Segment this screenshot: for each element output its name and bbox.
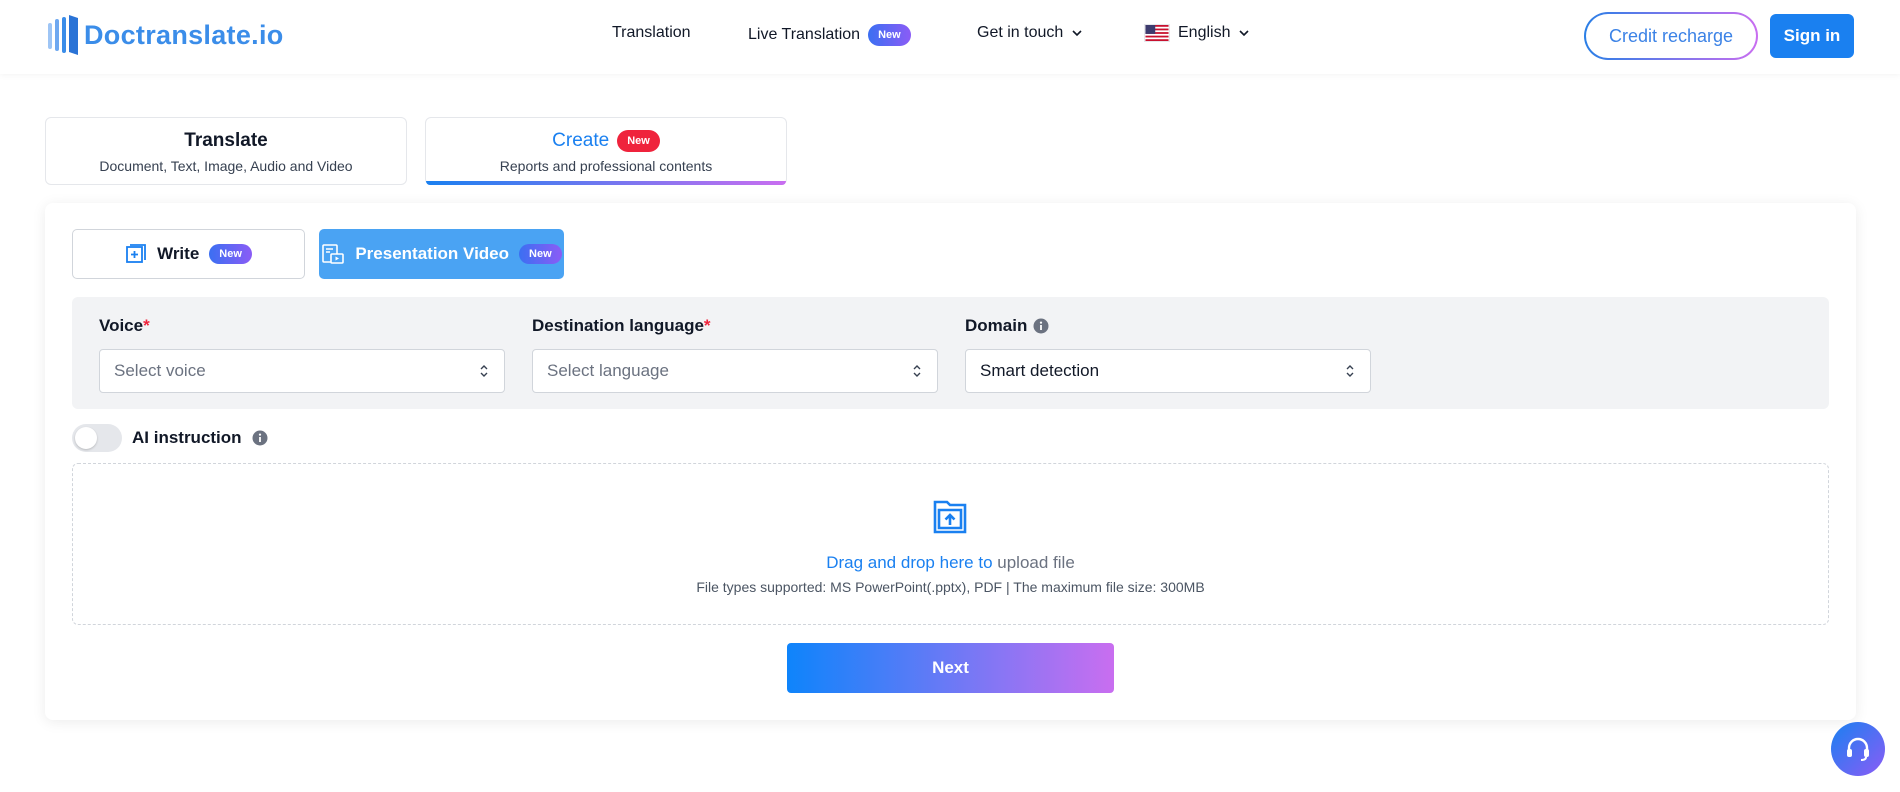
active-tab-indicator bbox=[426, 181, 786, 185]
domain-select[interactable]: Smart detection bbox=[965, 349, 1371, 393]
file-dropzone[interactable]: Drag and drop here to upload file File t… bbox=[72, 463, 1829, 625]
destination-placeholder: Select language bbox=[547, 361, 669, 380]
required-mark: * bbox=[143, 316, 150, 335]
next-button[interactable]: Next bbox=[787, 643, 1114, 693]
brand-name: Doctranslate.io bbox=[84, 19, 284, 50]
ai-instruction-row: AI instruction bbox=[72, 423, 268, 453]
tab-translate[interactable]: Translate Document, Text, Image, Audio a… bbox=[45, 117, 407, 185]
destination-language-select[interactable]: Select language bbox=[532, 349, 938, 393]
language-label: English bbox=[1178, 24, 1231, 41]
chevron-updown-icon bbox=[1346, 365, 1354, 377]
headset-icon bbox=[1847, 737, 1869, 761]
add-document-icon bbox=[126, 244, 146, 263]
brand-logo[interactable]: Doctranslate.io bbox=[48, 15, 284, 55]
new-badge: New bbox=[617, 130, 660, 152]
subtab-video-label: Presentation Video bbox=[355, 244, 510, 263]
top-header: Doctranslate.io Translation Live Transla… bbox=[0, 0, 1900, 74]
voice-label: Voice bbox=[99, 316, 144, 335]
subtab-write-label: Write bbox=[157, 244, 200, 263]
nav-get-in-touch-label: Get in touch bbox=[977, 24, 1064, 41]
voice-select[interactable]: Select voice bbox=[99, 349, 505, 393]
drop-rest: upload file bbox=[992, 553, 1075, 572]
sign-in-button[interactable]: Sign in bbox=[1770, 14, 1854, 58]
nav-translation[interactable]: Translation bbox=[612, 24, 691, 42]
domain-value: Smart detection bbox=[980, 361, 1100, 380]
nav-get-in-touch[interactable]: Get in touch bbox=[977, 24, 1083, 42]
nav-live-translation[interactable]: Live Translation New bbox=[748, 24, 911, 46]
ai-instruction-label: AI instruction bbox=[132, 428, 242, 447]
supported-file-types: File types supported: MS PowerPoint(.ppt… bbox=[696, 579, 1205, 595]
ai-instruction-toggle[interactable] bbox=[72, 424, 122, 452]
info-icon[interactable] bbox=[252, 430, 268, 446]
chevron-updown-icon bbox=[480, 365, 488, 377]
new-badge: New bbox=[868, 24, 911, 46]
create-panel: Write New Presentation Video New Voice * … bbox=[45, 203, 1856, 720]
credit-recharge-button[interactable]: Credit recharge bbox=[1584, 12, 1758, 60]
upload-folder-icon bbox=[933, 500, 966, 534]
destination-label: Destination language bbox=[532, 316, 704, 335]
tab-create-subtitle: Reports and professional contents bbox=[499, 158, 713, 174]
tab-create-title: Create bbox=[552, 130, 610, 151]
tab-translate-title: Translate bbox=[184, 130, 268, 151]
domain-label: Domain bbox=[965, 316, 1028, 335]
info-icon[interactable] bbox=[1033, 318, 1049, 334]
chevron-down-icon bbox=[1239, 30, 1250, 37]
subtab-write[interactable]: Write New bbox=[72, 229, 305, 279]
logo-bars-icon bbox=[48, 15, 78, 55]
new-badge: New bbox=[519, 244, 562, 264]
presentation-video-icon bbox=[322, 244, 345, 264]
new-badge: New bbox=[209, 244, 252, 264]
support-chat-button[interactable] bbox=[1831, 722, 1885, 776]
language-selector[interactable]: English bbox=[1144, 24, 1250, 42]
settings-panel: Voice * Select voice Destination language… bbox=[72, 297, 1829, 409]
destination-language-field: Destination language * Select language bbox=[532, 315, 938, 393]
nav-live-translation-label: Live Translation bbox=[748, 26, 861, 43]
us-flag-icon bbox=[1144, 24, 1170, 42]
voice-placeholder: Select voice bbox=[114, 361, 206, 380]
chevron-updown-icon bbox=[913, 365, 921, 377]
drop-instruction: Drag and drop here to upload file bbox=[73, 553, 1828, 573]
required-mark: * bbox=[703, 316, 711, 335]
domain-field: Domain Smart detection bbox=[965, 315, 1371, 393]
drop-link[interactable]: Drag and drop here to bbox=[826, 553, 992, 572]
chevron-down-icon bbox=[1072, 30, 1082, 37]
nav-translation-label: Translation bbox=[612, 24, 691, 41]
subtab-presentation-video[interactable]: Presentation Video New bbox=[319, 229, 564, 279]
tab-create[interactable]: Create New Reports and professional cont… bbox=[425, 117, 787, 185]
voice-field: Voice * Select voice bbox=[99, 315, 505, 393]
tab-translate-subtitle: Document, Text, Image, Audio and Video bbox=[99, 158, 353, 174]
